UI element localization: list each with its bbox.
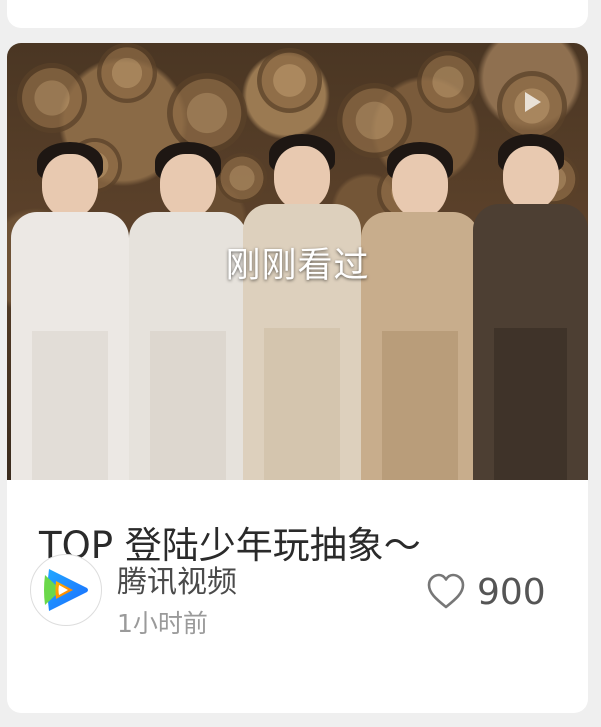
person-figure	[11, 142, 129, 480]
log-decoration	[97, 43, 157, 103]
play-icon[interactable]	[519, 89, 545, 115]
log-decoration	[17, 63, 87, 133]
person-figure	[473, 134, 588, 480]
previous-card[interactable]	[7, 0, 588, 28]
recently-watched-label: 刚刚看过	[225, 246, 370, 286]
person-figure	[361, 142, 479, 480]
post-time: 1小时前	[117, 609, 208, 638]
log-decoration	[167, 73, 247, 153]
log-decoration	[417, 51, 479, 113]
source-name[interactable]: 腾讯视频	[117, 557, 237, 601]
person-figure	[129, 142, 247, 480]
tencent-video-logo-icon[interactable]	[30, 554, 102, 626]
video-thumbnail[interactable]: 刚刚看过	[7, 43, 588, 480]
person-figure	[243, 134, 361, 480]
log-decoration	[257, 48, 322, 113]
like-count: 900	[477, 572, 546, 613]
heart-outline-icon[interactable]	[426, 573, 466, 611]
